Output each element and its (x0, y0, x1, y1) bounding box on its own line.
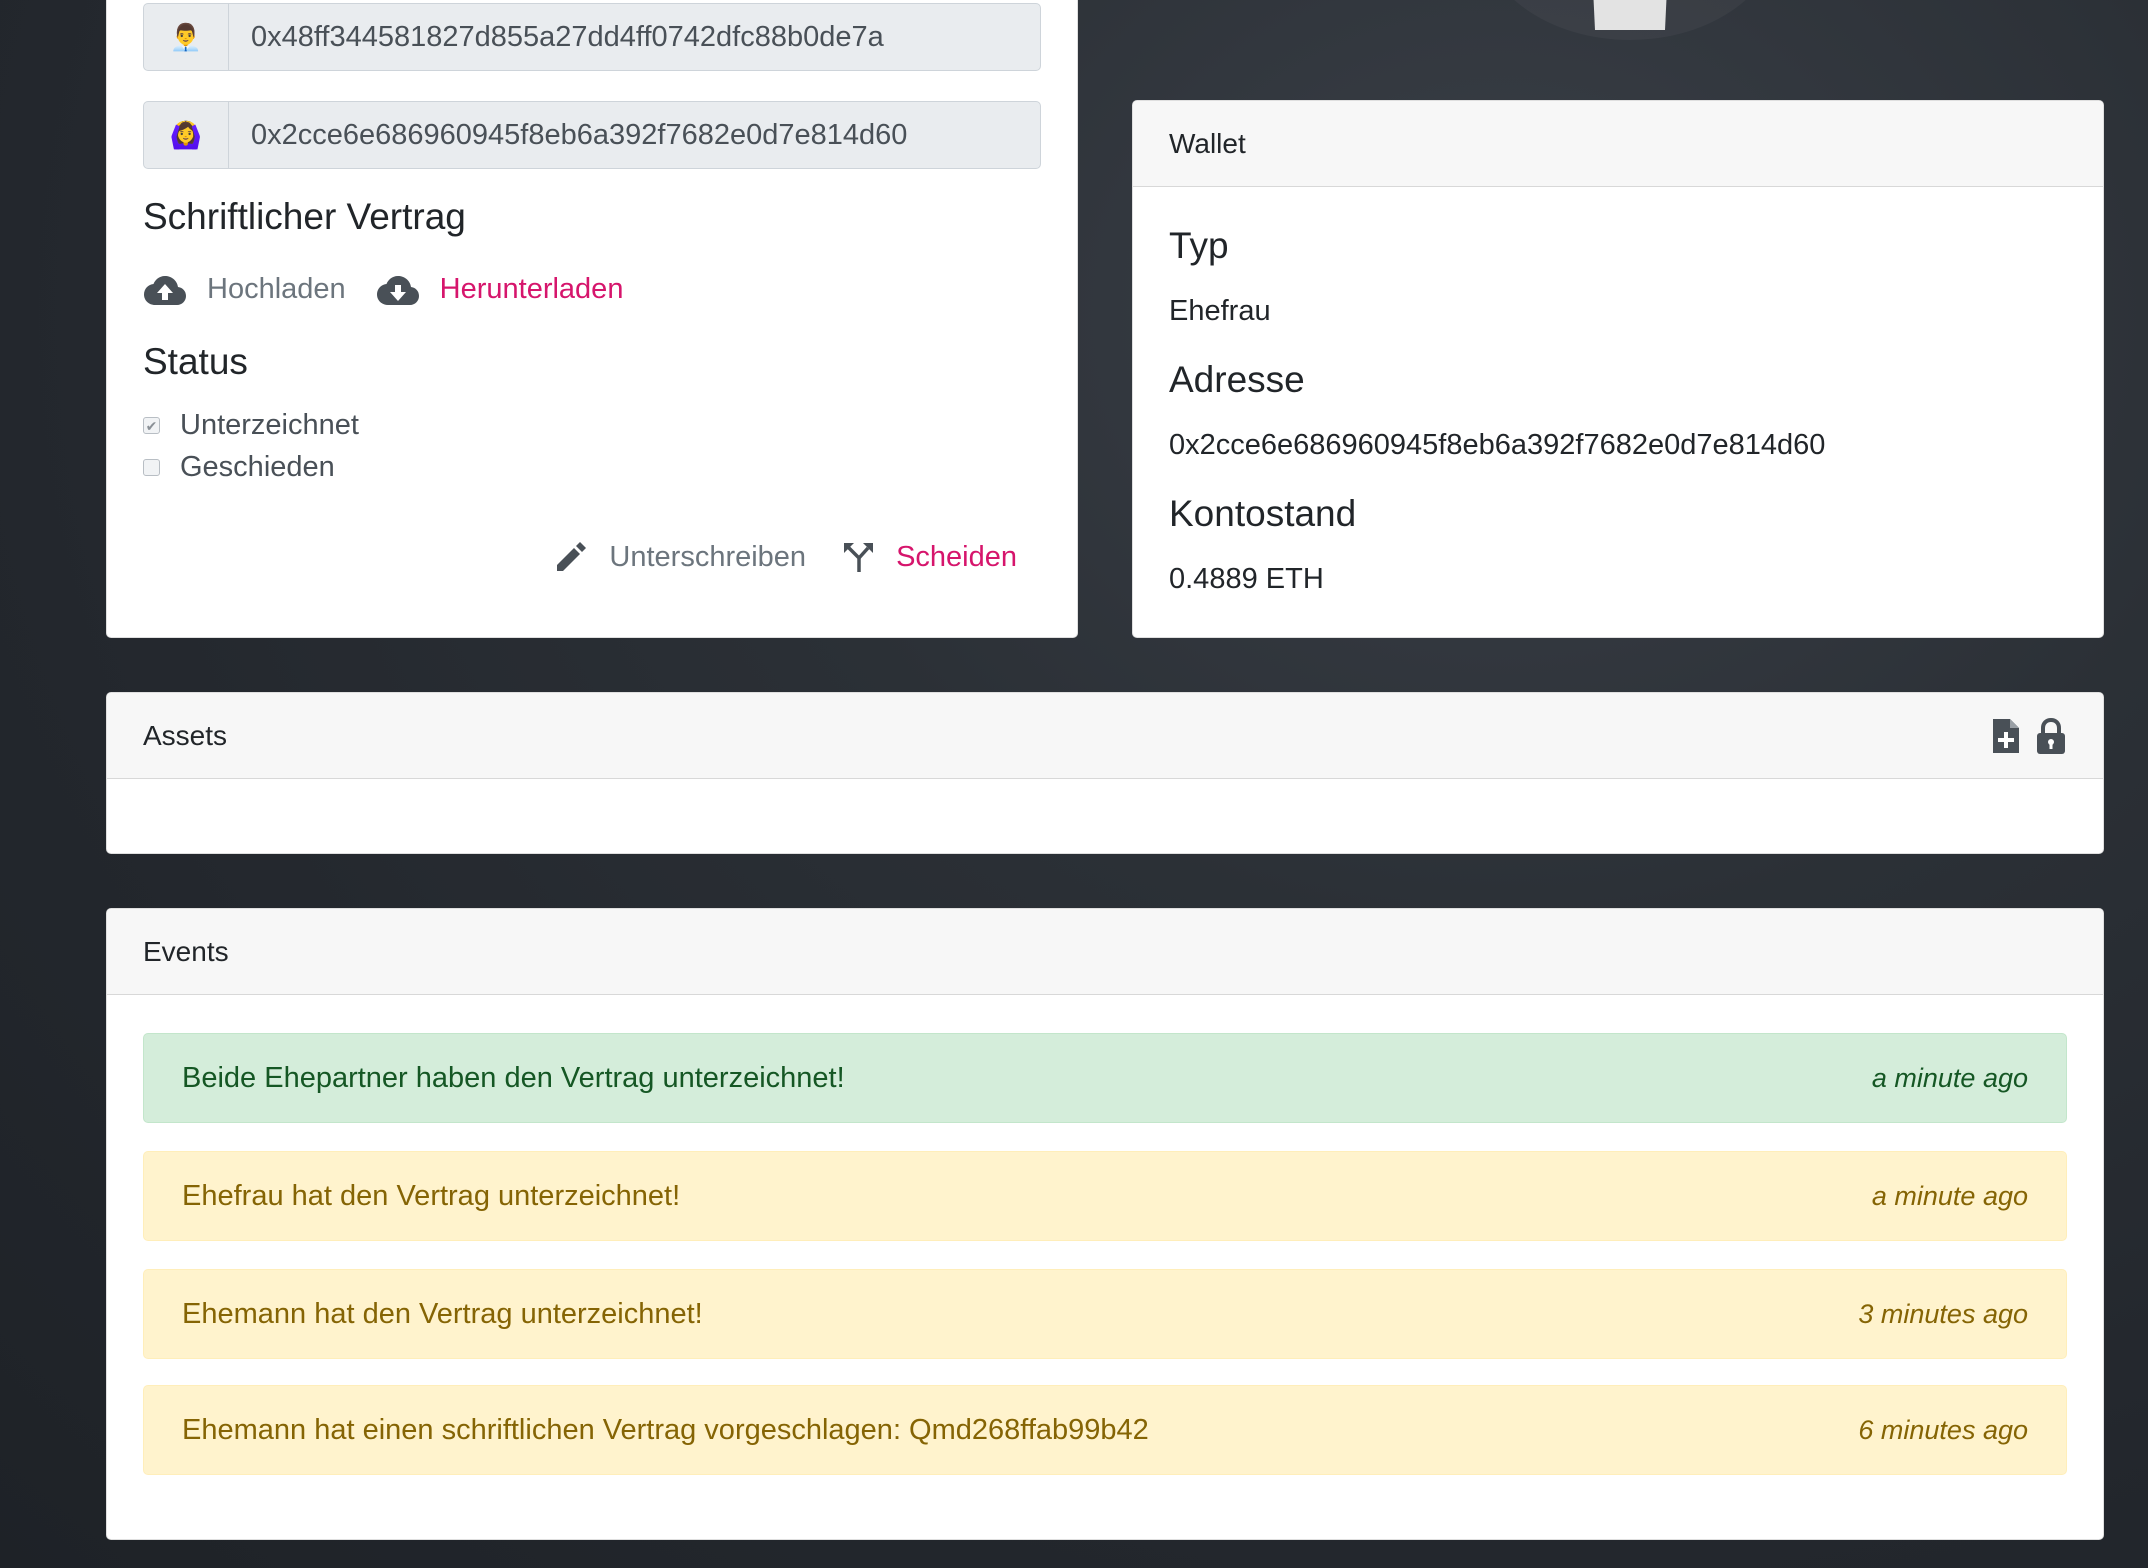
status-signed-checkbox[interactable]: ✔ Unterzeichnet (143, 409, 359, 442)
husband-address-value: 0x48ff344581827d855a27dd4ff0742dfc88b0de… (251, 20, 884, 53)
wife-emoji-icon: 🙆‍♀️ (144, 102, 229, 168)
status-divorced-checkbox[interactable]: Geschieden (143, 451, 335, 484)
split-arrows-icon (844, 543, 874, 572)
event-item: Ehemann hat einen schriftlichen Vertrag … (143, 1385, 2067, 1475)
status-title: Status (143, 341, 248, 382)
sign-label: Unterschreiben (609, 540, 807, 573)
sign-button[interactable]: Unterschreiben (553, 539, 806, 575)
husband-address-field: 👨‍💼 0x48ff344581827d855a27dd4ff0742dfc88… (143, 3, 1041, 71)
assets-header: Assets (107, 693, 2103, 779)
contract-card: 👨‍💼 0x48ff344581827d855a27dd4ff0742dfc88… (106, 0, 1078, 638)
event-text: Ehefrau hat den Vertrag unterzeichnet! (182, 1179, 681, 1212)
wallet-address-value: 0x2cce6e686960945f8eb6a392f7682e0d7e814d… (1169, 429, 1826, 461)
file-add-icon[interactable] (1991, 717, 2021, 755)
assets-header-title: Assets (143, 719, 228, 751)
written-contract-title: Schriftlicher Vertrag (143, 196, 466, 237)
event-time: 6 minutes ago (1858, 1414, 2028, 1445)
divorce-label: Scheiden (896, 540, 1017, 573)
wallet-type-value: Ehefrau (1169, 295, 1271, 327)
wallet-balance-label: Kontostand (1169, 493, 1357, 534)
wallet-balance-value: 0.4889 ETH (1169, 563, 1324, 595)
status-divorced-label: Geschieden (180, 451, 335, 483)
status-signed-label: Unterzeichnet (180, 409, 359, 441)
checkbox-checked-icon[interactable]: ✔ (143, 417, 160, 434)
events-card: Events Beide Ehepartner haben den Vertra… (106, 908, 2104, 1540)
husband-emoji-icon: 👨‍💼 (144, 4, 229, 70)
event-time: a minute ago (1871, 1180, 2028, 1211)
events-header: Events (107, 909, 2103, 995)
contract-actions: Unterschreiben Scheiden (517, 539, 1017, 575)
events-header-title: Events (143, 935, 229, 967)
event-time: 3 minutes ago (1858, 1298, 2028, 1329)
cloud-download-icon (376, 275, 419, 305)
wallet-header-title: Wallet (1169, 127, 1246, 159)
profile-avatar-partial (1480, 0, 1780, 40)
contract-file-actions: Hochladen Herunterladen (143, 273, 653, 306)
event-text: Ehemann hat einen schriftlichen Vertrag … (182, 1413, 1149, 1446)
checkbox-unchecked-icon[interactable] (143, 459, 160, 476)
wallet-type-label: Typ (1169, 225, 1229, 266)
event-text: Ehemann hat den Vertrag unterzeichnet! (182, 1297, 703, 1330)
wallet-header: Wallet (1133, 101, 2103, 187)
download-label: Herunterladen (439, 273, 624, 305)
assets-card: Assets (106, 692, 2104, 854)
event-time: a minute ago (1871, 1062, 2028, 1093)
wife-address-value: 0x2cce6e686960945f8eb6a392f7682e0d7e814d… (251, 118, 908, 151)
cloud-upload-icon (144, 275, 186, 305)
divorce-button[interactable]: Scheiden (842, 540, 1017, 574)
wallet-address-label: Adresse (1169, 359, 1305, 400)
pencil-icon (557, 542, 587, 571)
upload-button[interactable]: Hochladen (143, 273, 346, 306)
lock-icon[interactable] (2035, 717, 2067, 755)
upload-label: Hochladen (207, 273, 346, 305)
event-item: Ehefrau hat den Vertrag unterzeichnet! a… (143, 1151, 2067, 1241)
wife-address-field: 🙆‍♀️ 0x2cce6e686960945f8eb6a392f7682e0d7… (143, 101, 1041, 169)
wallet-card: Wallet Typ Ehefrau Adresse 0x2cce6e68696… (1132, 100, 2104, 638)
event-item: Ehemann hat den Vertrag unterzeichnet! 3… (143, 1269, 2067, 1359)
event-text: Beide Ehepartner haben den Vertrag unter… (182, 1061, 845, 1094)
download-button[interactable]: Herunterladen (376, 273, 624, 306)
event-item: Beide Ehepartner haben den Vertrag unter… (143, 1033, 2067, 1123)
assets-header-actions (1977, 717, 2067, 755)
